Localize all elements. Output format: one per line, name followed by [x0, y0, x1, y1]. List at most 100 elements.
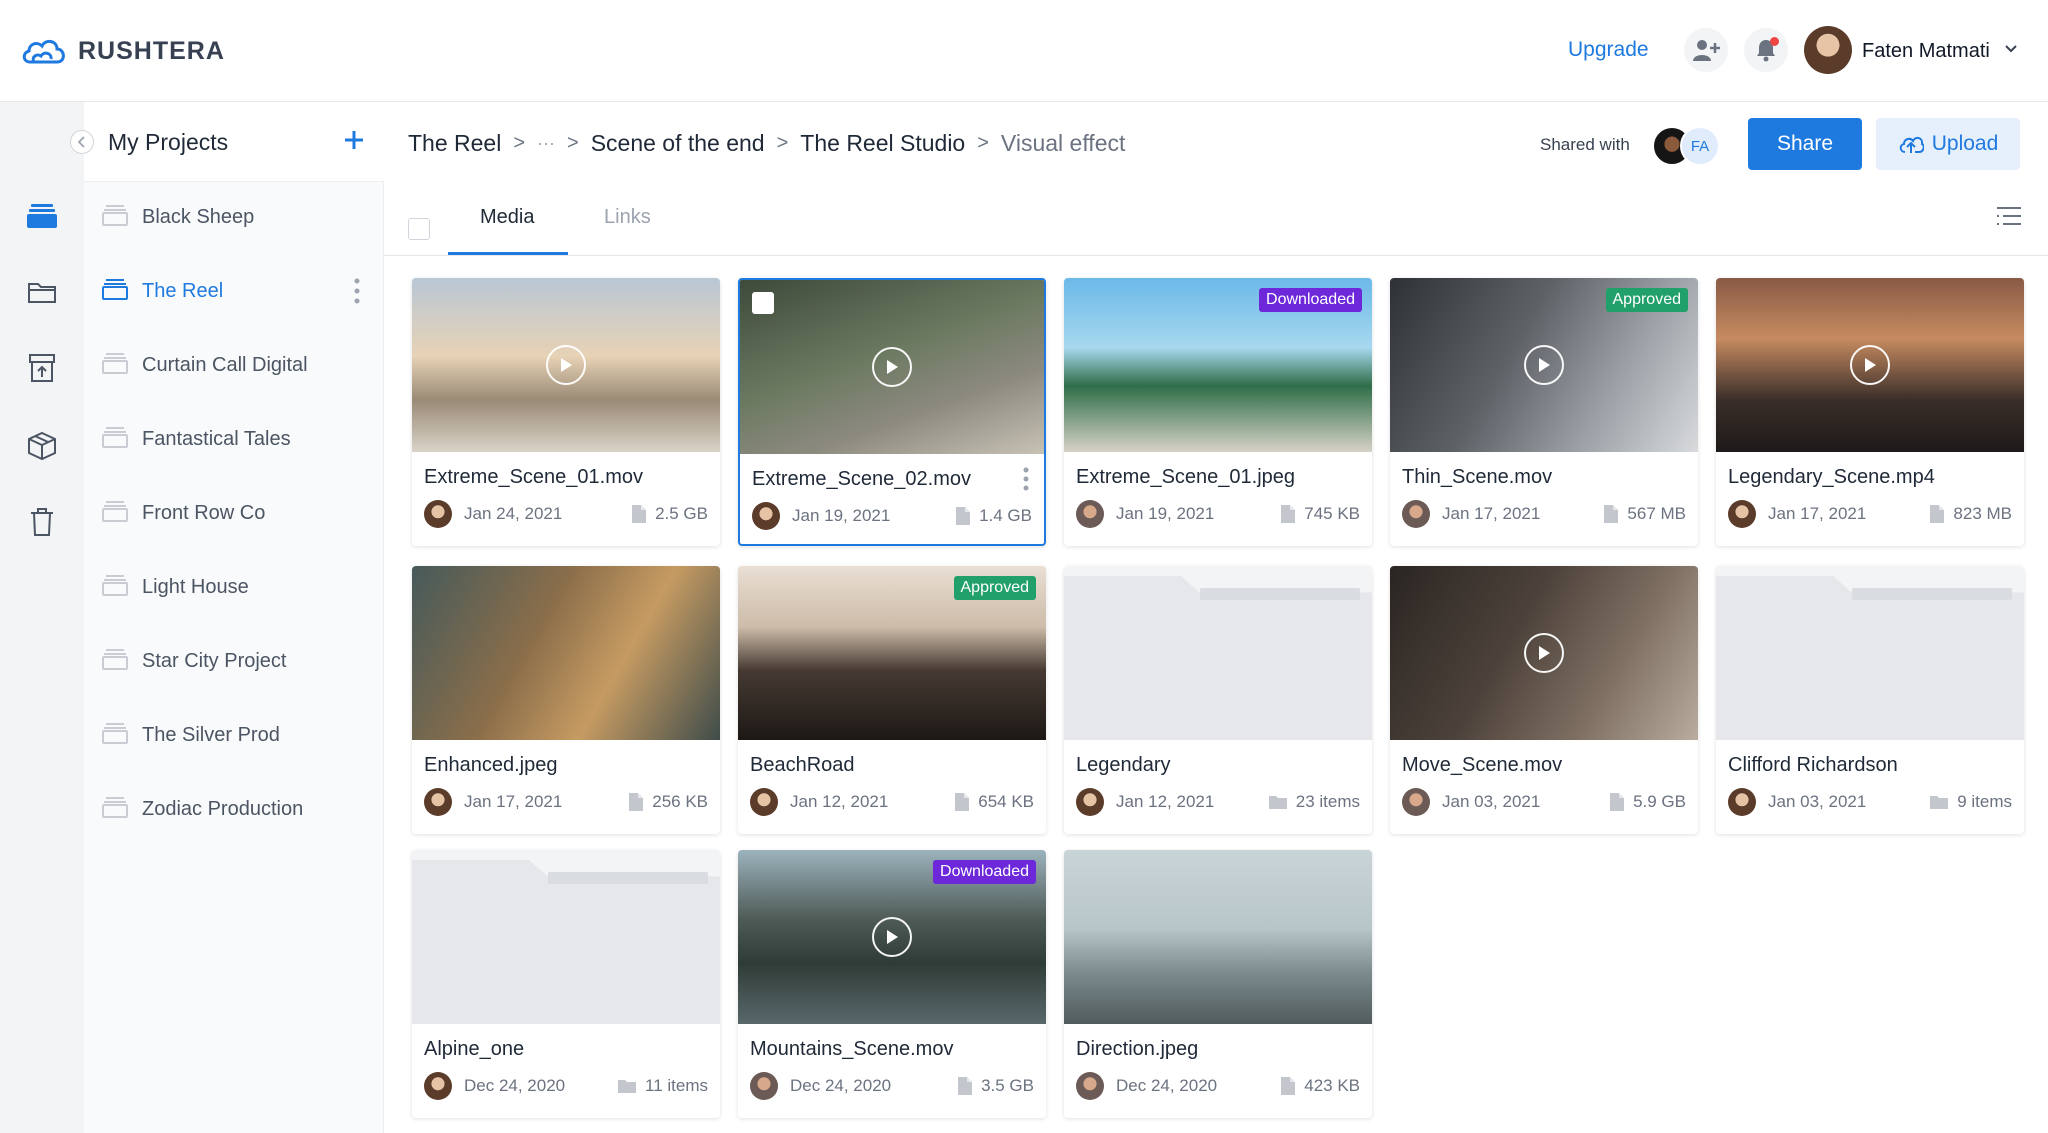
- upgrade-link[interactable]: Upgrade: [1568, 38, 1649, 62]
- media-thumbnail[interactable]: [740, 280, 1044, 454]
- file-icon: [632, 505, 647, 523]
- file-name[interactable]: Mountains_Scene.mov: [750, 1038, 953, 1061]
- media-thumbnail[interactable]: Approved: [738, 566, 1046, 740]
- shared-user-initials[interactable]: FA: [1680, 126, 1720, 166]
- sidebar-item-project[interactable]: Zodiac Production: [84, 790, 384, 830]
- file-icon: [1281, 1077, 1296, 1095]
- file-size-value: 9 items: [1957, 792, 2012, 811]
- media-card[interactable]: Extreme_Scene_01.mov Jan 24, 2021 2.5 GB: [412, 278, 720, 546]
- file-name[interactable]: Extreme_Scene_01.jpeg: [1076, 466, 1295, 489]
- sidebar-item-project[interactable]: The Reel: [84, 272, 384, 312]
- file-size-value: 567 MB: [1627, 504, 1686, 523]
- file-name[interactable]: Clifford Richardson: [1728, 754, 1898, 777]
- media-card[interactable]: Extreme_Scene_02.mov Jan 19, 2021 1.4 GB: [738, 278, 1046, 546]
- breadcrumb-separator: >: [513, 132, 526, 154]
- file-name[interactable]: Extreme_Scene_02.mov: [752, 468, 971, 491]
- file-meta: Jan 24, 2021 2.5 GB: [424, 500, 708, 528]
- file-name[interactable]: Legendary_Scene.mp4: [1728, 466, 1935, 489]
- play-icon[interactable]: [1524, 633, 1564, 673]
- select-all-checkbox[interactable]: [408, 218, 430, 240]
- media-thumbnail[interactable]: [1390, 566, 1698, 740]
- owner-avatar: [424, 500, 452, 528]
- shared-with-label: Shared with: [1540, 135, 1630, 154]
- file-size-value: 745 KB: [1304, 504, 1360, 523]
- icon-rail: [0, 102, 84, 1133]
- media-card[interactable]: Approved BeachRoad Jan 12, 2021 654 KB: [738, 566, 1046, 834]
- file-name[interactable]: Enhanced.jpeg: [424, 754, 557, 777]
- add-project-button[interactable]: [340, 126, 368, 154]
- user-avatar[interactable]: [1804, 26, 1852, 74]
- media-card[interactable]: Legendary Jan 12, 2021 23 items: [1064, 566, 1372, 834]
- tab-links[interactable]: Links: [604, 206, 651, 256]
- owner-avatar: [1402, 788, 1430, 816]
- notifications-button[interactable]: [1744, 28, 1788, 72]
- list-view-icon[interactable]: [1994, 202, 2024, 232]
- file-size: 2.5 GB: [631, 504, 708, 524]
- media-thumbnail[interactable]: [1716, 278, 2024, 452]
- media-card[interactable]: Clifford Richardson Jan 03, 2021 9 items: [1716, 566, 2024, 834]
- media-thumbnail[interactable]: [1064, 850, 1372, 1024]
- file-name[interactable]: Extreme_Scene_01.mov: [424, 466, 643, 489]
- rail-trash[interactable]: [24, 504, 60, 540]
- breadcrumb-item[interactable]: Scene of the end: [591, 130, 765, 157]
- breadcrumb-item[interactable]: The Reel: [408, 130, 501, 157]
- file-name[interactable]: Legendary: [1076, 754, 1171, 777]
- play-icon[interactable]: [872, 347, 912, 387]
- play-icon[interactable]: [546, 345, 586, 385]
- more-options-icon[interactable]: [352, 276, 362, 306]
- media-thumbnail[interactable]: [412, 278, 720, 452]
- project-label: Fantastical Tales: [142, 428, 291, 450]
- sidebar-item-project[interactable]: Fantastical Tales: [84, 420, 384, 460]
- chevron-down-icon[interactable]: [2004, 44, 2018, 54]
- sidebar-item-project[interactable]: Front Row Co: [84, 494, 384, 534]
- media-card[interactable]: Approved Thin_Scene.mov Jan 17, 2021 567 MB: [1390, 278, 1698, 546]
- share-button[interactable]: Share: [1748, 118, 1862, 170]
- brand-logo[interactable]: RUSHTERA: [20, 36, 225, 66]
- file-meta: Dec 24, 2020 3.5 GB: [750, 1072, 1034, 1100]
- sidebar-item-project[interactable]: The Silver Prod: [84, 716, 384, 756]
- media-card[interactable]: Direction.jpeg Dec 24, 2020 423 KB: [1064, 850, 1372, 1118]
- play-icon[interactable]: [1850, 345, 1890, 385]
- rail-folders[interactable]: [24, 274, 60, 310]
- owner-avatar: [1076, 500, 1104, 528]
- invite-user-button[interactable]: [1684, 28, 1728, 72]
- file-name[interactable]: Thin_Scene.mov: [1402, 466, 1552, 489]
- media-card[interactable]: Alpine_one Dec 24, 2020 11 items: [412, 850, 720, 1118]
- breadcrumb-ellipsis[interactable]: ···: [537, 133, 555, 154]
- user-name[interactable]: Faten Matmati: [1862, 40, 1990, 63]
- sidebar-item-project[interactable]: Light House: [84, 568, 384, 608]
- tab-media[interactable]: Media: [480, 206, 534, 256]
- media-thumbnail[interactable]: Downloaded: [738, 850, 1046, 1024]
- file-name[interactable]: Alpine_one: [424, 1038, 524, 1061]
- media-thumbnail[interactable]: Downloaded: [1064, 278, 1372, 452]
- media-card[interactable]: Downloaded Mountains_Scene.mov Dec 24, 202…: [738, 850, 1046, 1118]
- file-meta: Jan 03, 2021 9 items: [1728, 788, 2012, 816]
- rail-projects[interactable]: [24, 198, 60, 234]
- file-meta: Jan 17, 2021 256 KB: [424, 788, 708, 816]
- sidebar-item-project[interactable]: Black Sheep: [84, 198, 384, 238]
- rail-packages[interactable]: [24, 428, 60, 464]
- project-stack-icon: [102, 353, 128, 374]
- media-card[interactable]: Legendary_Scene.mp4 Jan 17, 2021 823 MB: [1716, 278, 2024, 546]
- media-card[interactable]: Enhanced.jpeg Jan 17, 2021 256 KB: [412, 566, 720, 834]
- sidebar-item-project[interactable]: Curtain Call Digital: [84, 346, 384, 386]
- rail-archive[interactable]: [24, 350, 60, 386]
- stack-icon: [27, 204, 57, 228]
- play-icon[interactable]: [872, 917, 912, 957]
- media-card[interactable]: Move_Scene.mov Jan 03, 2021 5.9 GB: [1390, 566, 1698, 834]
- media-card[interactable]: Downloaded Extreme_Scene_01.jpeg Jan 19, 2…: [1064, 278, 1372, 546]
- play-icon[interactable]: [1524, 345, 1564, 385]
- media-thumbnail[interactable]: Approved: [1390, 278, 1698, 452]
- folder-small-icon: [1930, 796, 1949, 809]
- file-name[interactable]: Direction.jpeg: [1076, 1038, 1198, 1061]
- sidebar-item-project[interactable]: Star City Project: [84, 642, 384, 682]
- file-name[interactable]: Move_Scene.mov: [1402, 754, 1562, 777]
- media-thumbnail[interactable]: [412, 566, 720, 740]
- file-name[interactable]: BeachRoad: [750, 754, 855, 777]
- file-size-value: 654 KB: [978, 792, 1034, 811]
- more-options-icon[interactable]: [1022, 466, 1030, 492]
- card-checkbox[interactable]: [752, 292, 774, 314]
- upload-button[interactable]: Upload: [1876, 118, 2020, 170]
- breadcrumb-item[interactable]: The Reel Studio: [800, 130, 965, 157]
- collapse-sidebar-button[interactable]: [70, 130, 94, 154]
